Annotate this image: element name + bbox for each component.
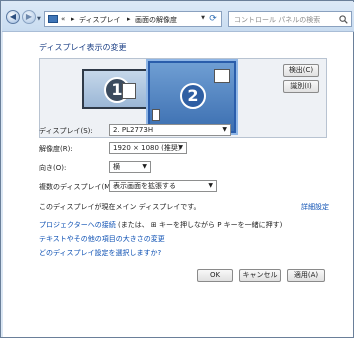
monitor-2-screen-icon (214, 69, 230, 83)
address-bar[interactable]: « ▸ ディスプレイ ▸ 画面の解像度 ▼ ⟳ (44, 11, 222, 27)
resolution-select-value: 1920 × 1080 (推奨) (113, 144, 181, 152)
chevron-down-icon: ▼ (178, 144, 183, 151)
forward-button[interactable]: ▶ (22, 10, 36, 24)
projector-link-row: プロジェクターへの接続 (または、 ⊞ キーを押しながら P キーを一緒に押す) (39, 220, 282, 230)
chevron-down-icon: ▼ (208, 182, 213, 189)
detect-button[interactable]: 検出(C) (283, 64, 319, 77)
page-title: ディスプレイ表示の変更 (39, 43, 127, 52)
text-size-link[interactable]: テキストやその他の項目の大きさの変更 (39, 234, 165, 244)
cancel-button[interactable]: キャンセル (239, 269, 281, 282)
projector-hint: (または、 ⊞ キーを押しながら P キーを一緒に押す) (117, 221, 283, 229)
monitor-1-screen-icon (122, 83, 136, 99)
advanced-settings-link[interactable]: 詳細設定 (301, 202, 329, 212)
orientation-select-value: 横 (113, 163, 120, 171)
breadcrumb-separator-icon[interactable]: ▸ (71, 15, 75, 23)
search-placeholder: コントロール パネルの検索 (234, 16, 321, 24)
main-display-text: このディスプレイが現在メイン ディスプレイです。 (39, 203, 201, 211)
projector-link[interactable]: プロジェクターへの接続 (39, 221, 116, 229)
display-select-value: 2. PL2773H (113, 126, 154, 134)
display-select[interactable]: 2. PL2773H ▼ (109, 124, 231, 136)
orientation-label: 向き(O): (39, 164, 67, 172)
monitor-2-number: 2 (180, 83, 206, 109)
search-box[interactable]: コントロール パネルの検索 (228, 11, 352, 27)
monitor-2-tile[interactable]: 2 (148, 61, 236, 133)
apply-button[interactable]: 適用(A) (287, 269, 325, 282)
content-pane: ディスプレイ表示の変更 1 2 検出(C) 識別(I) ディスプレイ(S): 2… (3, 32, 353, 337)
refresh-icon[interactable]: ⟳ (207, 13, 219, 25)
back-button[interactable]: ◀ (6, 10, 20, 24)
resolution-select[interactable]: 1920 × 1080 (推奨) ▼ (109, 142, 187, 154)
display-label: ディスプレイ(S): (39, 127, 93, 135)
chevron-down-icon: ▼ (222, 126, 227, 133)
recent-pages-dropdown-icon[interactable]: ▼ (37, 16, 41, 22)
chevron-down-icon: ▼ (142, 163, 147, 170)
which-settings-link[interactable]: どのディスプレイ設定を選択しますか? (39, 248, 161, 258)
address-dropdown-icon[interactable]: ▼ (201, 15, 205, 21)
monitor-1-tile[interactable]: 1 (82, 69, 148, 109)
orientation-select[interactable]: 横 ▼ (109, 161, 151, 173)
control-panel-icon (48, 15, 58, 23)
identify-button[interactable]: 識別(I) (283, 80, 319, 93)
navigation-bar: ◀ ▶ ▼ « ▸ ディスプレイ ▸ 画面の解像度 ▼ ⟳ コントロール パネル… (2, 2, 354, 32)
multiple-displays-select-value: 表示画面を拡張する (113, 182, 176, 190)
multiple-displays-label: 複数のディスプレイ(M): (39, 183, 116, 191)
monitor-2-side-icon (152, 109, 160, 121)
multiple-displays-select[interactable]: 表示画面を拡張する ▼ (109, 180, 217, 192)
ok-button[interactable]: OK (197, 269, 233, 282)
breadcrumb-display[interactable]: ディスプレイ (79, 15, 121, 25)
breadcrumb-overflow[interactable]: « (61, 15, 65, 23)
control-panel-window: ◀ ▶ ▼ « ▸ ディスプレイ ▸ 画面の解像度 ▼ ⟳ コントロール パネル… (0, 0, 354, 338)
breadcrumb-screen-resolution[interactable]: 画面の解像度 (135, 15, 177, 25)
search-icon[interactable] (339, 15, 348, 24)
resolution-label: 解像度(R): (39, 145, 73, 153)
breadcrumb-separator-icon[interactable]: ▸ (127, 15, 131, 23)
